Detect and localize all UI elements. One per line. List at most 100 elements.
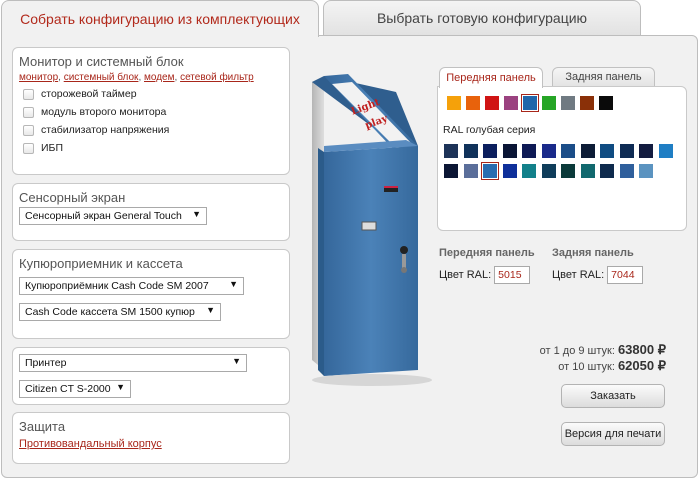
printer-model-select[interactable]: Citizen CT S-2000 ▼ — [19, 380, 131, 398]
tab-ready-label: Выбрать готовую конфигурацию — [376, 10, 588, 26]
tab-back-panel[interactable]: Задняя панель — [552, 67, 655, 87]
printer-select[interactable]: Принтер ▼ — [19, 354, 247, 372]
chevron-down-icon: ▼ — [192, 209, 201, 219]
order-button[interactable]: Заказать — [561, 384, 665, 408]
ral-swatch[interactable] — [522, 164, 536, 178]
cassette-value: Cash Code кассета SM 1500 купюр — [25, 306, 195, 318]
ral-swatch[interactable] — [483, 144, 497, 158]
protection-title: Защита — [19, 419, 66, 434]
back-ral-label: Цвет RAL: — [552, 269, 605, 281]
ral-swatch[interactable] — [619, 144, 634, 158]
ral-swatch[interactable] — [541, 164, 556, 178]
back-panel-heading: Задняя панель — [552, 247, 634, 259]
bill-acceptor-value: Купюроприёмник Cash Code SM 2007 — [25, 280, 209, 292]
option-second-monitor[interactable]: модуль второго монитора — [13, 103, 289, 121]
front-ral-input[interactable]: 5015 — [494, 266, 531, 284]
tab-configure-label: Собрать конфигурацию из комплектующих — [20, 11, 300, 27]
color-swatch[interactable] — [561, 96, 575, 110]
ral-swatch[interactable] — [561, 164, 575, 178]
ral-swatch[interactable] — [522, 144, 536, 158]
ral-swatch[interactable] — [580, 164, 595, 178]
print-version-button[interactable]: Версия для печати — [561, 422, 665, 446]
link-surge-filter[interactable]: сетевой фильтр — [180, 72, 254, 83]
price-tier-1: от 1 до 9 штук: 63800 ₽ — [540, 342, 666, 358]
option-watchdog[interactable]: сторожевой таймер — [13, 85, 289, 103]
ral-swatch[interactable] — [639, 144, 653, 158]
checkbox-second-monitor[interactable] — [23, 106, 34, 118]
touch-section: Сенсорный экран Сенсорный экран General … — [12, 183, 290, 241]
option-stabilizer[interactable]: стабилизатор напряжения — [13, 121, 289, 139]
front-ral-label: Цвет RAL: — [439, 269, 492, 281]
chevron-down-icon: ▼ — [116, 382, 125, 392]
back-ral-field: Цвет RAL: 7044 — [552, 266, 644, 284]
tab-front-panel-label: Передняя панель — [446, 72, 536, 84]
color-swatch[interactable] — [542, 96, 556, 110]
tab-front-panel[interactable]: Передняя панель — [439, 67, 543, 88]
ral-swatch[interactable] — [444, 144, 458, 158]
chevron-down-icon: ▼ — [232, 356, 241, 366]
checkbox-watchdog[interactable] — [23, 88, 34, 100]
protection-section: Защита Противовандальный корпус — [12, 412, 290, 464]
chevron-down-icon: ▼ — [229, 279, 238, 289]
printer-model-value: Citizen CT S-2000 — [25, 383, 111, 395]
monitor-section: Монитор и системный блок монитор, систем… — [12, 47, 290, 175]
option-ups-label: ИБП — [41, 142, 63, 154]
front-panel-heading: Передняя панель — [439, 247, 535, 259]
color-swatch[interactable] — [580, 96, 594, 110]
ral-swatch[interactable] — [600, 164, 614, 178]
color-swatch[interactable] — [599, 96, 613, 110]
ral-swatch[interactable] — [619, 164, 634, 178]
bill-title: Купюроприемник и кассета — [19, 256, 183, 271]
front-ral-field: Цвет RAL: 5015 — [439, 266, 531, 284]
color-swatch[interactable] — [521, 94, 539, 112]
bill-acceptor-select[interactable]: Купюроприёмник Cash Code SM 2007 ▼ — [19, 277, 244, 295]
tab-configure[interactable]: Собрать конфигурацию из комплектующих — [1, 0, 319, 37]
bill-section: Купюроприемник и кассета Купюроприёмник … — [12, 249, 290, 339]
price-tier-1-label: от 1 до 9 штук: — [539, 345, 615, 357]
touch-select[interactable]: Сенсорный экран General Touch ▼ — [19, 207, 207, 225]
link-monitor[interactable]: монитор — [19, 72, 58, 83]
printer-section: Принтер ▼ Citizen CT S-2000 ▼ — [12, 347, 290, 405]
link-modem[interactable]: модем — [144, 72, 175, 83]
color-swatch[interactable] — [504, 96, 518, 110]
ral-swatch[interactable] — [561, 144, 575, 158]
order-button-label: Заказать — [590, 390, 636, 402]
ral-swatch[interactable] — [463, 164, 478, 178]
color-swatch[interactable] — [447, 96, 461, 110]
monitor-links: монитор, системный блок, модем, сетевой … — [19, 72, 254, 83]
monitor-title: Монитор и системный блок — [19, 54, 184, 69]
price-tier-1-value: 63800 ₽ — [617, 342, 666, 357]
touch-select-value: Сенсорный экран General Touch — [25, 210, 182, 222]
ral-swatch[interactable] — [502, 164, 517, 178]
color-swatch[interactable] — [485, 96, 499, 110]
print-version-button-label: Версия для печати — [564, 428, 662, 440]
color-swatch[interactable] — [466, 96, 480, 110]
checkbox-ups[interactable] — [23, 142, 34, 154]
ral-series-label: RAL голубая серия — [443, 124, 536, 136]
link-system-unit[interactable]: системный блок — [64, 72, 139, 83]
link-vandal-proof-case[interactable]: Противовандальный корпус — [13, 434, 168, 454]
option-ups[interactable]: ИБП — [13, 139, 289, 157]
ral-swatch[interactable] — [481, 162, 499, 180]
ral-swatch[interactable] — [658, 144, 673, 158]
printer-value: Принтер — [25, 357, 67, 369]
ral-swatch[interactable] — [600, 144, 614, 158]
kiosk-image: Light play — [312, 74, 432, 386]
chevron-down-icon: ▼ — [206, 305, 215, 315]
cassette-select[interactable]: Cash Code кассета SM 1500 купюр ▼ — [19, 303, 221, 321]
tab-ready-config[interactable]: Выбрать готовую конфигурацию — [323, 0, 641, 36]
option-second-monitor-label: модуль второго монитора — [41, 106, 167, 118]
ral-swatch[interactable] — [444, 164, 458, 178]
touch-title: Сенсорный экран — [19, 190, 126, 205]
ral-swatch[interactable] — [580, 144, 595, 158]
price-tier-2-label: от 10 штук: — [558, 361, 615, 373]
ral-swatch[interactable] — [639, 164, 653, 178]
back-ral-input[interactable]: 7044 — [607, 266, 644, 284]
option-watchdog-label: сторожевой таймер — [41, 88, 137, 100]
ral-swatch[interactable] — [463, 144, 478, 158]
color-panel: Передняя панель Задняя панель RAL голуба… — [437, 49, 687, 231]
ral-swatch[interactable] — [541, 144, 556, 158]
ral-swatch[interactable] — [502, 144, 517, 158]
checkbox-stabilizer[interactable] — [23, 124, 34, 136]
color-box: RAL голубая серия — [437, 86, 687, 231]
